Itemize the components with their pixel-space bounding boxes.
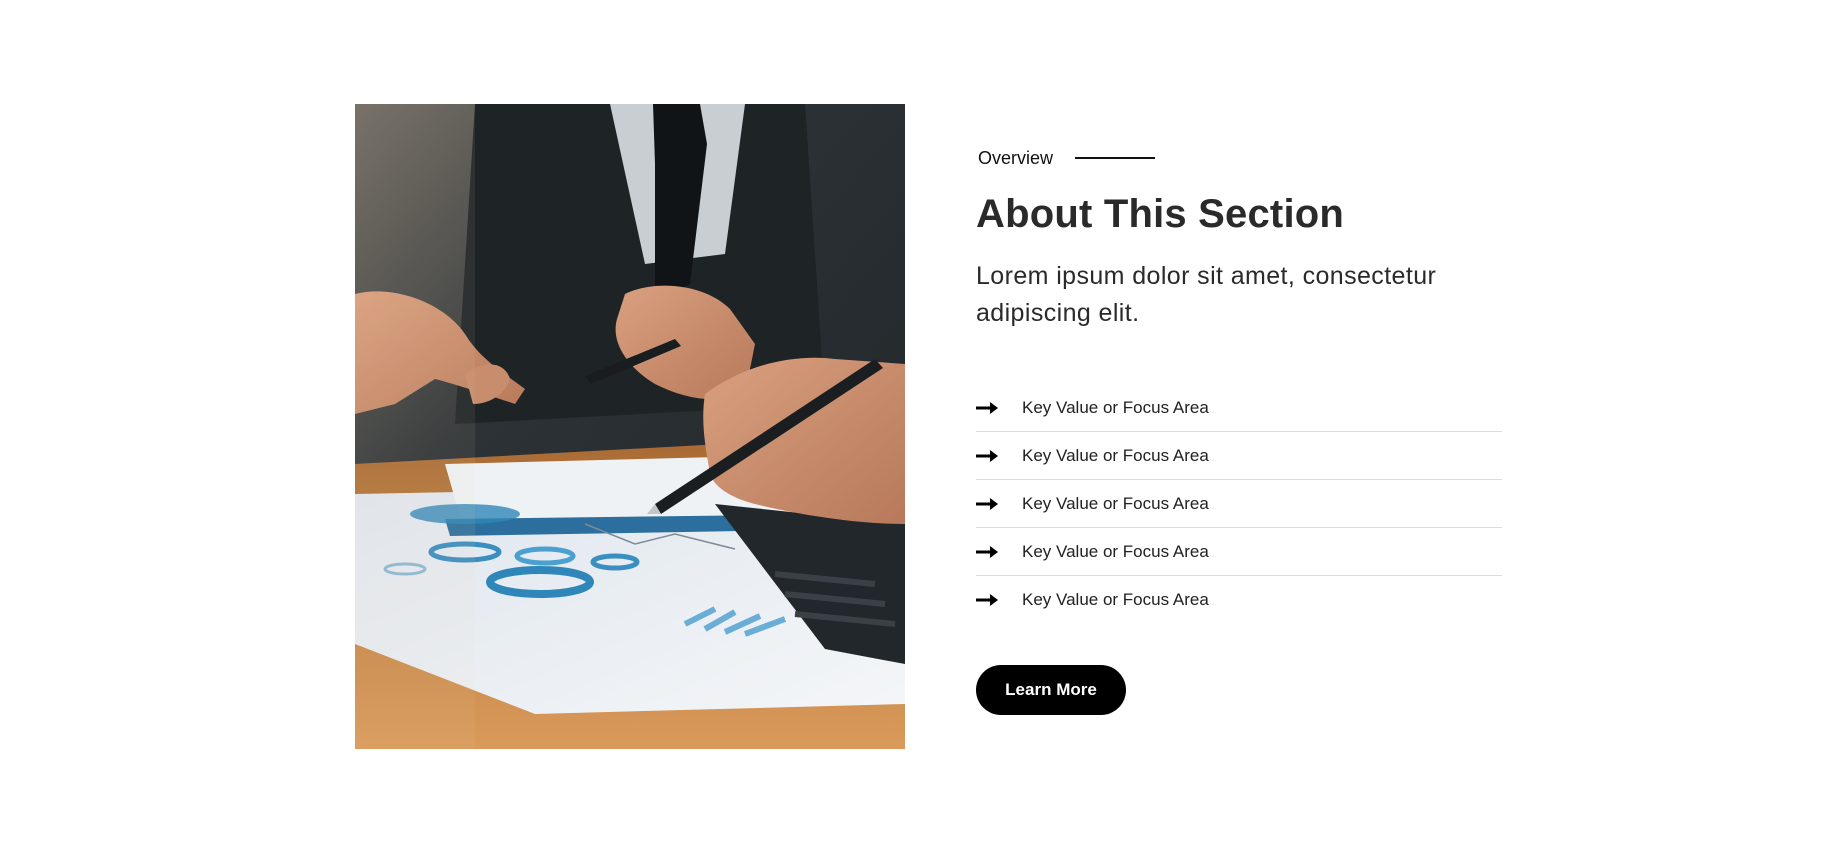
list-item: Key Value or Focus Area	[976, 480, 1502, 528]
arrow-right-icon	[976, 448, 1000, 464]
arrow-right-icon	[976, 592, 1000, 608]
arrow-right-icon	[976, 544, 1000, 560]
list-item-label: Key Value or Focus Area	[1022, 445, 1209, 465]
eyebrow: Overview	[978, 140, 1502, 176]
content-column: Overview About This Section Lorem ipsum …	[976, 140, 1502, 715]
list-item-label: Key Value or Focus Area	[1022, 493, 1209, 513]
photo-illustration	[355, 104, 905, 749]
focus-list: Key Value or Focus Area Key Value or Foc…	[976, 384, 1502, 623]
eyebrow-divider	[1075, 157, 1156, 159]
arrow-right-icon	[976, 496, 1000, 512]
section-title: About This Section	[976, 192, 1345, 236]
list-item-label: Key Value or Focus Area	[1022, 589, 1209, 609]
list-item: Key Value or Focus Area	[976, 528, 1502, 576]
list-item-label: Key Value or Focus Area	[1022, 397, 1209, 417]
arrow-right-icon	[976, 400, 1000, 416]
about-section: Overview About This Section Lorem ipsum …	[0, 0, 1848, 842]
list-item: Key Value or Focus Area	[976, 384, 1502, 432]
business-meeting-image	[355, 104, 905, 749]
list-item-label: Key Value or Focus Area	[1022, 541, 1209, 561]
learn-more-button[interactable]: Learn More	[976, 665, 1126, 715]
eyebrow-label: Overview	[978, 147, 1054, 168]
list-item: Key Value or Focus Area	[976, 432, 1502, 480]
list-item: Key Value or Focus Area	[976, 576, 1502, 623]
section-lead: Lorem ipsum dolor sit amet, consectetur …	[976, 262, 1437, 327]
